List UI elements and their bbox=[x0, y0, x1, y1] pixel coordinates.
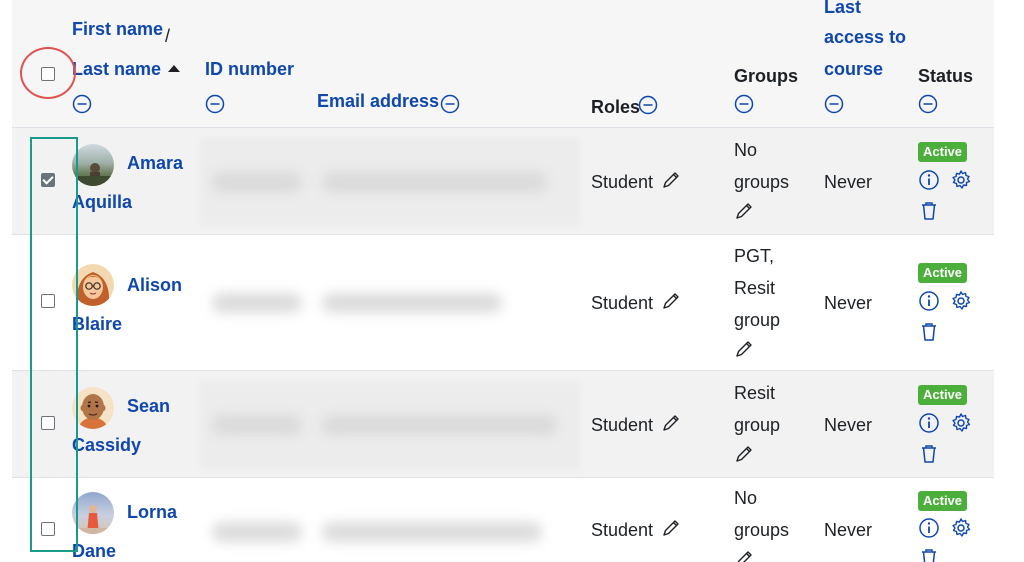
status-header: Status bbox=[918, 66, 974, 86]
edit-role-pencil-icon[interactable] bbox=[661, 518, 681, 538]
user-groups-line: Resit bbox=[734, 278, 776, 298]
edit-groups-pencil-icon[interactable] bbox=[734, 549, 754, 562]
roles-header: Roles bbox=[591, 97, 641, 117]
groups-header: Groups bbox=[734, 66, 799, 86]
edit-enrolment-gear-icon[interactable] bbox=[950, 412, 972, 434]
collapse-roles-column-icon[interactable] bbox=[638, 95, 658, 115]
enrolment-details-info-icon[interactable] bbox=[918, 169, 940, 191]
enrolment-details-info-icon[interactable] bbox=[918, 412, 940, 434]
redacted-id bbox=[212, 293, 302, 313]
redacted-email bbox=[322, 415, 557, 435]
table-row: Lorna Dane Student No groups Never Activ… bbox=[12, 478, 994, 562]
user-first-name[interactable]: Alison bbox=[127, 275, 182, 296]
edit-role-pencil-icon[interactable] bbox=[661, 170, 681, 190]
user-groups-line: groups bbox=[734, 172, 790, 192]
sort-last-access-line3[interactable]: course bbox=[824, 58, 883, 80]
sort-first-name[interactable]: First name bbox=[72, 18, 163, 40]
user-last-access: Never bbox=[824, 172, 873, 192]
user-role: Student bbox=[591, 520, 654, 540]
redacted-email bbox=[322, 522, 542, 542]
table-row: Sean Cassidy Student Resit group Never A… bbox=[12, 371, 994, 478]
select-column-highlight-box bbox=[30, 137, 78, 552]
user-groups-line: No bbox=[734, 488, 758, 508]
sort-last-access-line1[interactable]: Last bbox=[824, 0, 861, 18]
user-role: Student bbox=[591, 415, 654, 435]
edit-groups-pencil-icon[interactable] bbox=[734, 339, 754, 359]
redacted-id bbox=[212, 172, 302, 192]
avatar bbox=[72, 492, 114, 534]
status-badge: Active bbox=[918, 142, 968, 162]
redacted-id bbox=[212, 522, 302, 542]
user-first-name[interactable]: Sean bbox=[127, 396, 170, 417]
avatar bbox=[72, 387, 114, 429]
table-row: Alison Blaire Student PGT, Resit group N… bbox=[12, 235, 994, 371]
edit-enrolment-gear-icon[interactable] bbox=[950, 169, 972, 191]
redacted-email bbox=[322, 293, 502, 313]
user-first-name[interactable]: Amara bbox=[127, 153, 183, 174]
user-last-access: Never bbox=[824, 520, 873, 540]
user-last-name[interactable]: Dane bbox=[72, 541, 116, 562]
user-groups-line: groups bbox=[734, 520, 790, 540]
collapse-id-column-icon[interactable] bbox=[205, 94, 225, 114]
avatar bbox=[72, 144, 114, 186]
user-groups-line: Resit bbox=[734, 383, 776, 403]
unenrol-trash-icon[interactable] bbox=[918, 200, 940, 222]
unenrol-trash-icon[interactable] bbox=[918, 547, 940, 562]
status-badge: Active bbox=[918, 385, 968, 405]
name-sort-separator: / bbox=[165, 26, 171, 46]
user-role: Student bbox=[591, 172, 654, 192]
table-row: Amara Aquilla Student No groups Never Ac… bbox=[12, 128, 994, 235]
user-last-access: Never bbox=[824, 415, 873, 435]
redacted-email bbox=[322, 172, 547, 192]
user-first-name[interactable]: Lorna bbox=[127, 502, 177, 523]
status-badge: Active bbox=[918, 263, 968, 283]
sort-email[interactable]: Email address bbox=[317, 90, 439, 112]
select-all-highlight-circle bbox=[20, 47, 76, 99]
edit-enrolment-gear-icon[interactable] bbox=[950, 517, 972, 539]
participants-table: First name / Last name ID number Email a… bbox=[12, 0, 994, 562]
edit-role-pencil-icon[interactable] bbox=[661, 413, 681, 433]
user-last-name[interactable]: Cassidy bbox=[72, 435, 141, 456]
user-groups-line: group bbox=[734, 310, 781, 330]
sort-ascending-icon bbox=[168, 65, 180, 72]
edit-groups-pencil-icon[interactable] bbox=[734, 444, 754, 464]
collapse-groups-column-icon[interactable] bbox=[734, 94, 754, 114]
redacted-id bbox=[212, 415, 302, 435]
collapse-name-column-icon[interactable] bbox=[72, 94, 92, 114]
edit-groups-pencil-icon[interactable] bbox=[734, 201, 754, 221]
user-groups-line: group bbox=[734, 415, 781, 435]
unenrol-trash-icon[interactable] bbox=[918, 321, 940, 343]
user-groups-line: PGT, bbox=[734, 246, 775, 266]
user-groups-line: No bbox=[734, 140, 758, 160]
user-role: Student bbox=[591, 293, 654, 313]
collapse-email-column-icon[interactable] bbox=[440, 94, 460, 114]
status-badge: Active bbox=[918, 491, 968, 511]
sort-id-number[interactable]: ID number bbox=[205, 58, 294, 80]
unenrol-trash-icon[interactable] bbox=[918, 443, 940, 465]
sort-last-access-line2[interactable]: access to bbox=[824, 26, 906, 48]
enrolment-details-info-icon[interactable] bbox=[918, 290, 940, 312]
edit-enrolment-gear-icon[interactable] bbox=[950, 290, 972, 312]
edit-role-pencil-icon[interactable] bbox=[661, 291, 681, 311]
user-last-access: Never bbox=[824, 293, 873, 313]
sort-last-name[interactable]: Last name bbox=[72, 58, 161, 80]
user-last-name[interactable]: Blaire bbox=[72, 314, 122, 335]
avatar bbox=[72, 264, 114, 306]
collapse-last-access-column-icon[interactable] bbox=[824, 94, 844, 114]
user-last-name[interactable]: Aquilla bbox=[72, 192, 132, 213]
collapse-status-column-icon[interactable] bbox=[918, 94, 938, 114]
table-header: First name / Last name ID number Email a… bbox=[12, 0, 994, 128]
enrolment-details-info-icon[interactable] bbox=[918, 517, 940, 539]
